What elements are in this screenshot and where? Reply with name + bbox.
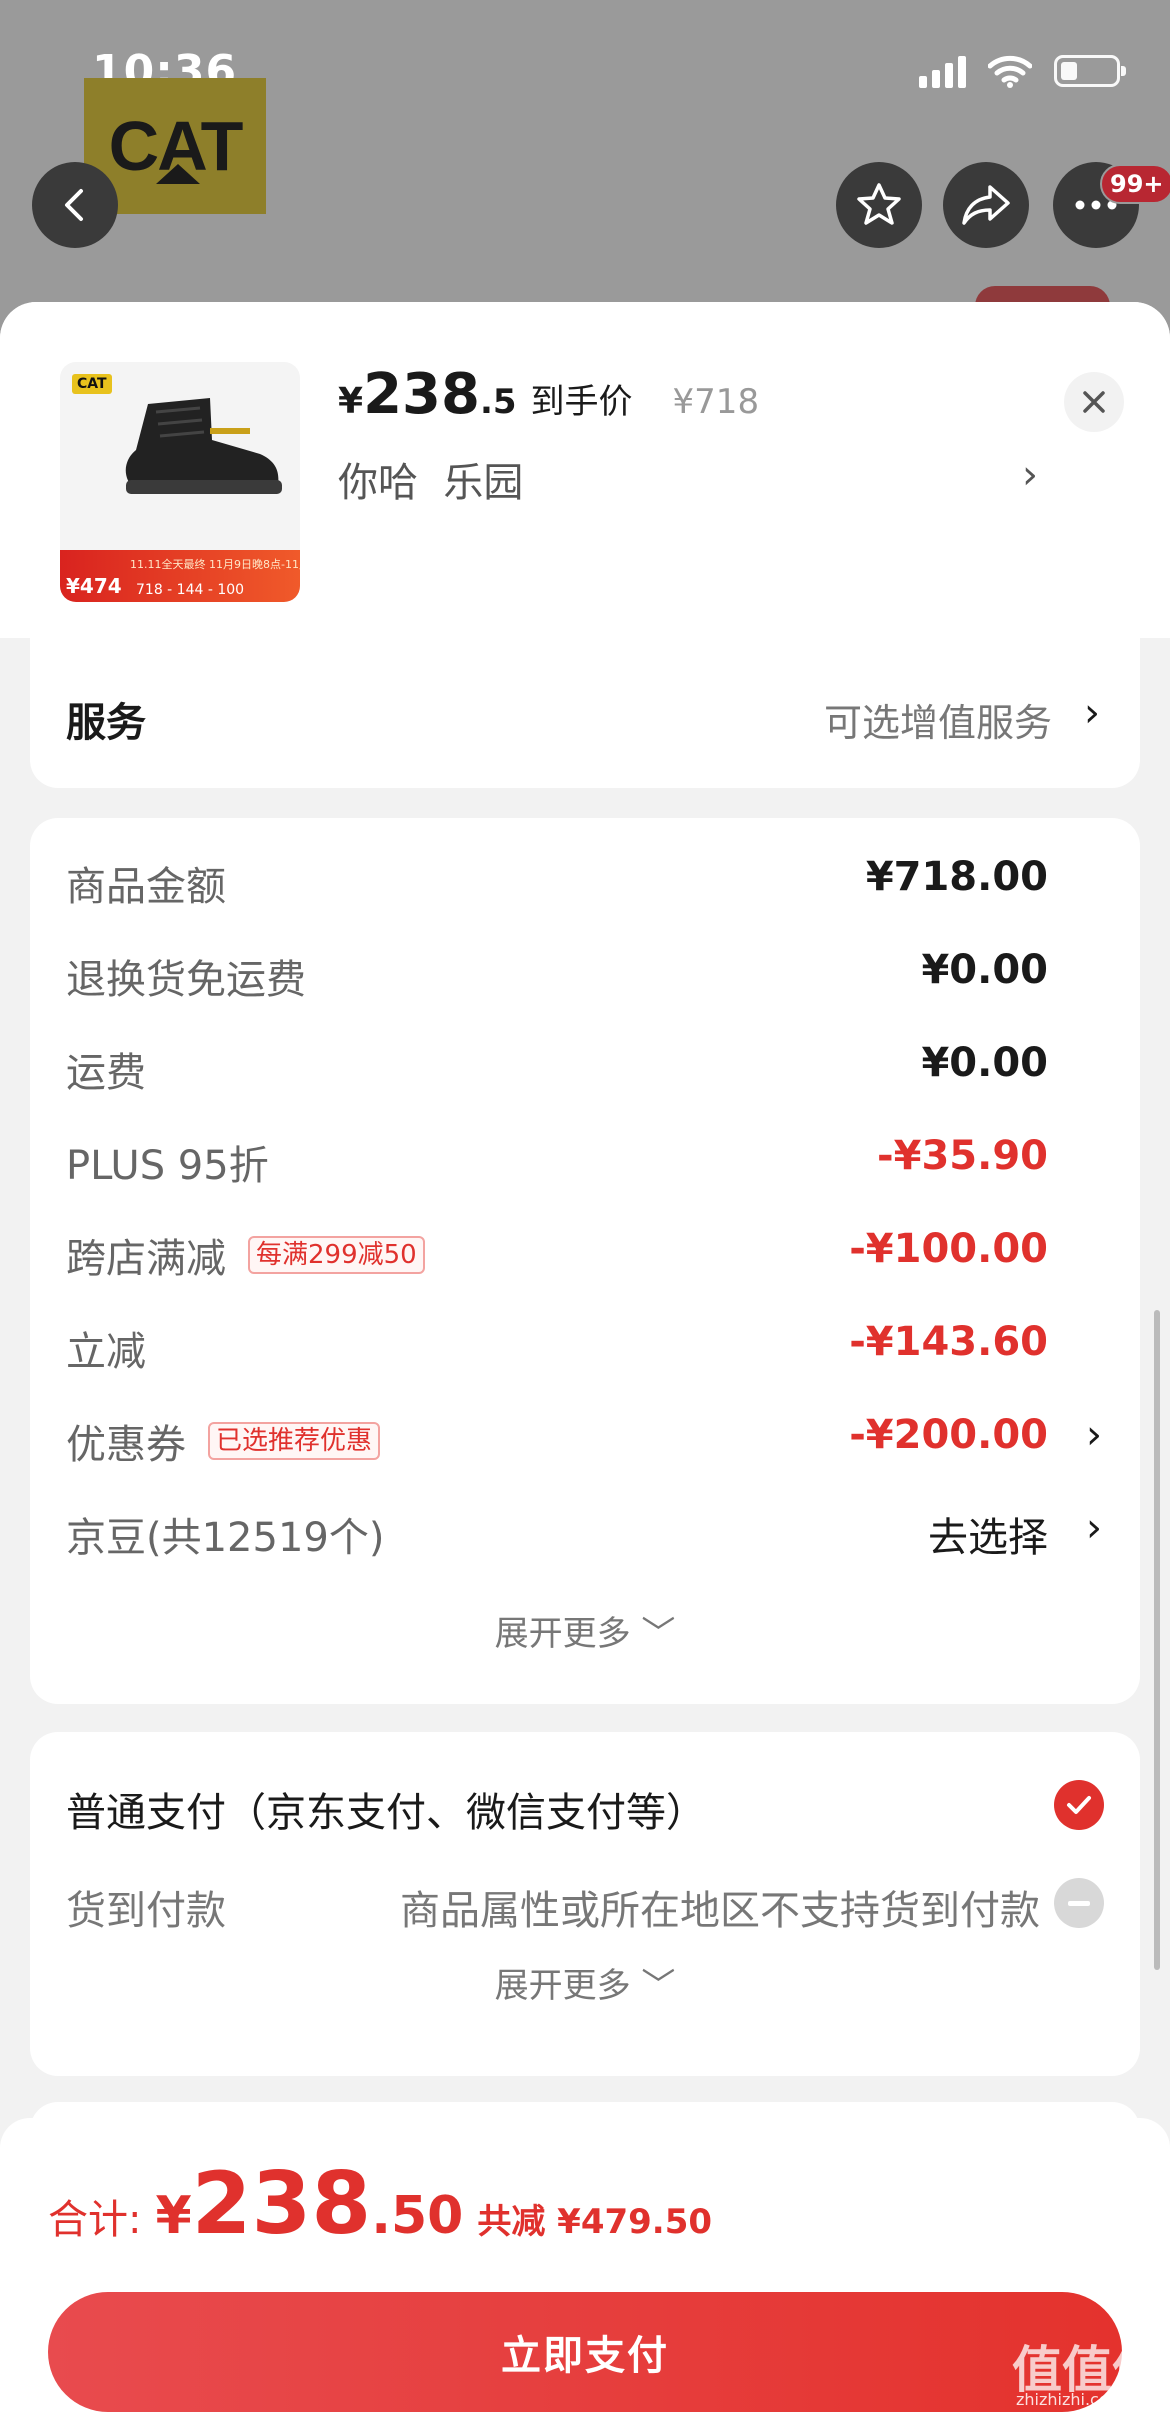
amount-label: 立减	[66, 1329, 146, 1375]
close-icon	[1083, 391, 1105, 413]
thumb-promo-price: ¥474	[66, 574, 122, 598]
chevron-right-icon: ›	[1084, 690, 1100, 736]
chevron-right-icon: ›	[1086, 1505, 1102, 1551]
total-integer: 238	[191, 2154, 372, 2254]
amount-label: 商品金额	[66, 864, 226, 910]
amount-value: -¥200.00	[849, 1412, 1048, 1458]
total-row: 合计: ¥ 238 .50 共减 ¥479.50	[48, 2154, 712, 2254]
price-currency: ¥	[338, 381, 364, 422]
amount-label: 退换货免运费	[66, 957, 306, 1003]
amount-value: ¥0.00	[921, 947, 1048, 993]
payment-cod-note: 商品属性或所在地区不支持货到付款	[400, 1888, 1040, 1934]
thumb-promo-strip: ¥474 11.11全天最终 11月9日晚8点-11月11日 718 - 144…	[60, 550, 300, 602]
total-decimal: .50	[371, 2186, 464, 2246]
scrollbar[interactable]	[1154, 1310, 1160, 1970]
selected-spec[interactable]: 你哈 乐园	[338, 450, 523, 508]
boot-image	[125, 398, 282, 494]
price-integer: 238	[363, 362, 480, 427]
coupon-tag: 已选推荐优惠	[208, 1422, 381, 1460]
amount-value: 去选择	[928, 1515, 1048, 1561]
chevron-right-icon: ›	[1086, 1412, 1102, 1458]
status-icons	[919, 54, 1126, 88]
bottom-bar: 合计: ¥ 238 .50 共减 ¥479.50 立即支付	[0, 2118, 1170, 2415]
sheet-header: CAT ¥474 11.11全天最终 11月9日晚8点-11月11日 718 -…	[0, 302, 1170, 638]
favorite-button[interactable]	[836, 162, 922, 248]
watermark-url: zhizhizhi.com	[1016, 2390, 1125, 2409]
signal-icon	[919, 54, 966, 88]
original-price: ¥718	[672, 382, 760, 422]
amount-label: 跨店满减	[66, 1236, 226, 1282]
close-button[interactable]	[1064, 372, 1124, 432]
amount-label: PLUS 95折	[66, 1143, 269, 1189]
checkout-sheet: CAT ¥474 11.11全天最终 11月9日晚8点-11月11日 718 -…	[0, 302, 1170, 2415]
share-icon	[962, 185, 1010, 225]
total-savings: 共减 ¥479.50	[477, 2202, 713, 2242]
amount-value: -¥100.00	[849, 1226, 1048, 1272]
share-button[interactable]	[943, 162, 1029, 248]
payment-normal-label[interactable]: 普通支付（京东支付、微信支付等）	[66, 1780, 706, 1838]
back-icon	[65, 189, 83, 221]
amount-row-goods: 商品金额 ¥718.00	[30, 848, 1140, 910]
payment-card: 普通支付（京东支付、微信支付等） 货到付款 商品属性或所在地区不支持货到付款 展…	[30, 1732, 1140, 2076]
chevron-right-icon[interactable]: ›	[1022, 452, 1038, 498]
pay-now-button[interactable]: 立即支付	[48, 2292, 1122, 2412]
thumb-promo-nums: 718 - 144 - 100	[136, 582, 245, 598]
payment-cod-label: 货到付款	[66, 1888, 226, 1934]
amount-label-wrap: 优惠券 已选推荐优惠	[66, 1412, 381, 1470]
amount-label: 优惠券	[66, 1422, 186, 1468]
amount-value: -¥143.60	[849, 1319, 1048, 1365]
amount-row-plus-discount: PLUS 95折 -¥35.90	[30, 1127, 1140, 1189]
product-thumbnail[interactable]: CAT ¥474 11.11全天最终 11月9日晚8点-11月11日 718 -…	[60, 362, 300, 602]
amount-row-cross-store: 跨店满减 每满299减50 -¥100.00	[30, 1220, 1140, 1282]
amount-row-instant-discount: 立减 -¥143.60	[30, 1313, 1140, 1375]
price-row: ¥ 238 .5 到手价 ¥718	[338, 362, 759, 427]
battery-icon	[1054, 55, 1126, 87]
price-decimal: .5	[479, 382, 517, 422]
expand-more-button[interactable]: 展开更多 ﹀	[30, 1958, 1140, 2007]
amount-value: ¥0.00	[921, 1040, 1048, 1086]
amount-label: 运费	[66, 1050, 146, 1096]
amount-value: ¥718.00	[865, 854, 1048, 900]
star-icon	[857, 183, 901, 225]
amount-row-coupon[interactable]: 优惠券 已选推荐优惠 -¥200.00 ›	[30, 1406, 1140, 1468]
price-label: 到手价	[530, 382, 633, 422]
wifi-icon	[988, 55, 1032, 88]
amount-row-shipping: 运费 ¥0.00	[30, 1034, 1140, 1096]
amount-row-jingdou[interactable]: 京豆(共12519个) 去选择 ›	[30, 1499, 1140, 1561]
promo-tag: 每满299减50	[248, 1236, 425, 1274]
check-icon	[1067, 1796, 1091, 1814]
total-currency: ¥	[155, 2186, 192, 2246]
expand-more-button[interactable]: 展开更多 ﹀	[30, 1606, 1140, 1655]
back-button[interactable]	[32, 162, 118, 248]
amounts-card: 商品金额 ¥718.00 退换货免运费 ¥0.00 运费 ¥0.00 PLUS …	[30, 818, 1140, 1704]
thumb-promo-line: 11.11全天最终 11月9日晚8点-11月11日	[130, 558, 300, 571]
service-value: 可选增值服务	[823, 701, 1052, 745]
disabled-icon	[1054, 1878, 1104, 1928]
amount-label: 京豆(共12519个)	[66, 1515, 385, 1561]
service-label: 服务	[66, 700, 146, 746]
amount-row-return-shipping: 退换货免运费 ¥0.00	[30, 941, 1140, 1003]
amount-label-wrap: 跨店满减 每满299减50	[66, 1226, 425, 1284]
total-label: 合计:	[48, 2197, 142, 2243]
amount-value: -¥35.90	[877, 1133, 1048, 1179]
service-card[interactable]: 服务 可选增值服务 ›	[30, 604, 1140, 788]
payment-selected-check[interactable]	[1054, 1780, 1104, 1830]
message-count-badge: 99+	[1100, 164, 1170, 204]
